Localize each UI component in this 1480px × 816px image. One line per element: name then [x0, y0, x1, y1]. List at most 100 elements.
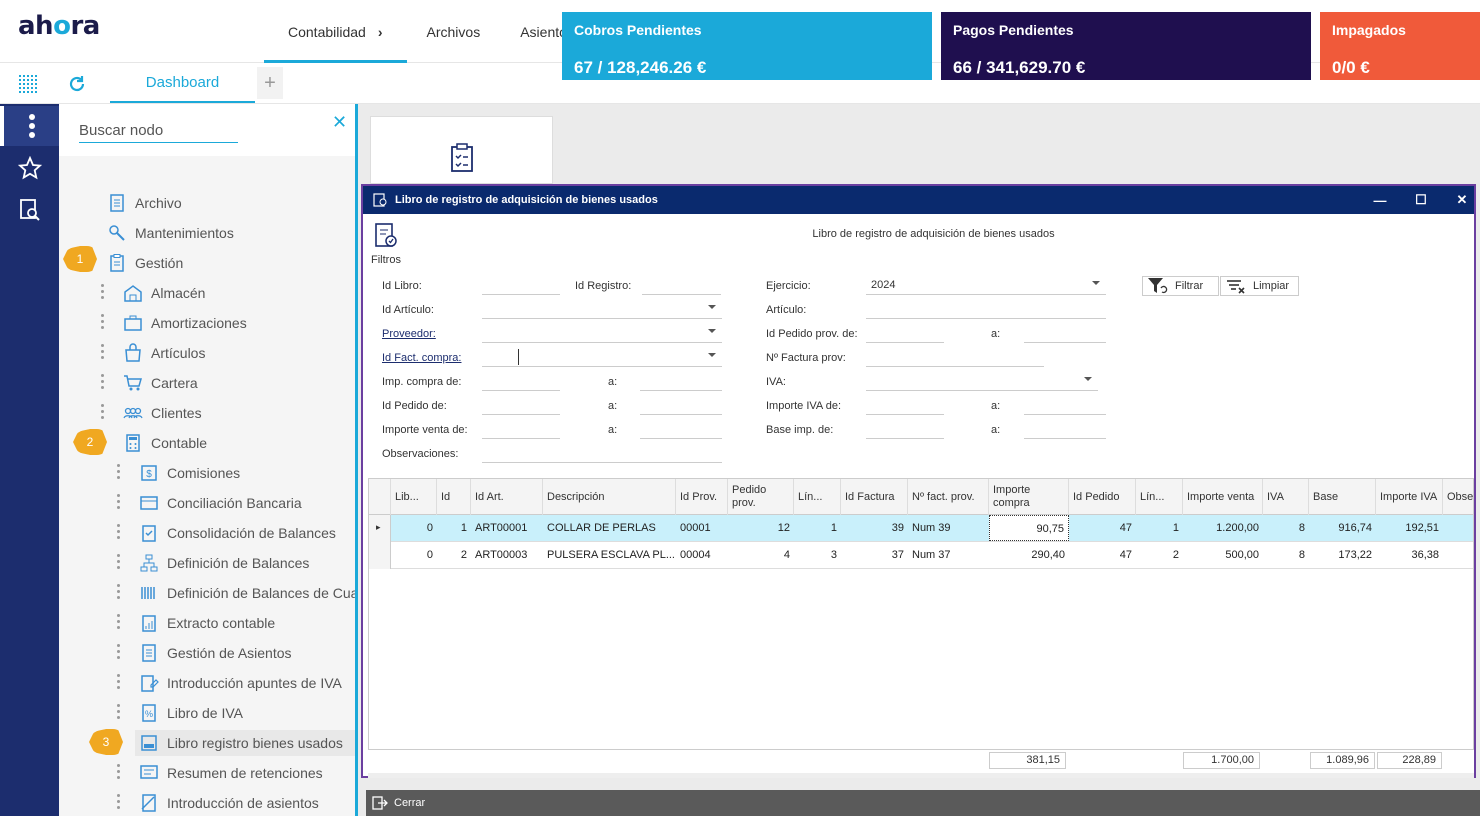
cell-importe-compra[interactable]: 90,75 [989, 515, 1069, 541]
filtrar-button[interactable]: Filtrar [1142, 276, 1219, 296]
cerrar-button[interactable]: Cerrar [394, 797, 425, 809]
col-header-n-fact-prov[interactable]: Nº fact. prov. [908, 479, 989, 515]
col-header-iva[interactable]: IVA [1263, 479, 1309, 515]
card-impagados[interactable]: Impagados 0/0 € [1320, 12, 1480, 80]
id-articulo-select[interactable] [482, 301, 722, 319]
tree-item-resumen-retenciones[interactable]: Resumen de retenciones [139, 760, 323, 786]
id-pedido-from-input[interactable] [482, 397, 560, 415]
nav-contabilidad[interactable]: Contabilidad › [264, 0, 407, 63]
drag-handle-icon[interactable] [117, 464, 121, 480]
tree-item-articulos[interactable]: Artículos [123, 340, 205, 366]
id-pedido-prov-from-input[interactable] [866, 325, 944, 343]
tree-item-introduccion-apuntes-iva[interactable]: Introducción apuntes de IVA [139, 670, 342, 696]
close-window-button[interactable]: ✕ [1442, 186, 1480, 214]
drag-handle-icon[interactable] [101, 344, 105, 360]
importe-venta-to-input[interactable] [640, 421, 722, 439]
drag-handle-icon[interactable] [117, 614, 121, 630]
nav-archivos[interactable]: Archivos [407, 0, 501, 63]
row-selector[interactable] [369, 542, 391, 569]
refresh-icon[interactable] [67, 74, 87, 94]
imp-compra-to-input[interactable] [640, 373, 722, 391]
drag-handle-icon[interactable] [101, 314, 105, 330]
window-titlebar[interactable]: Libro de registro de adquisición de bien… [363, 186, 1474, 214]
col-header-base[interactable]: Base [1309, 479, 1376, 515]
iva-select[interactable] [866, 373, 1098, 391]
col-header-id[interactable]: Id [437, 479, 471, 515]
ejercicio-select[interactable]: 2024 [866, 277, 1106, 295]
card-gestion-asientos[interactable] [370, 116, 553, 184]
tree-item-definicion-balances-cuadro[interactable]: Definición de Balances de Cuadro [139, 580, 355, 606]
card-cobros-pendientes[interactable]: Cobros Pendientes 67 / 128,246.26 € [562, 12, 932, 80]
col-header-id-prov[interactable]: Id Prov. [676, 479, 728, 515]
col-header-observaciones[interactable]: Obser [1443, 479, 1473, 515]
n-factura-prov-input[interactable] [866, 349, 1044, 367]
col-header-importe-venta[interactable]: Importe venta [1183, 479, 1263, 515]
id-registro-input[interactable] [642, 277, 721, 295]
search-node-input[interactable] [79, 119, 238, 143]
tree-item-contable[interactable]: Contable [123, 430, 207, 456]
id-pedido-to-input[interactable] [640, 397, 722, 415]
drag-handle-icon[interactable] [101, 374, 105, 390]
drag-handle-icon[interactable] [117, 554, 121, 570]
col-header-importe-compra[interactable]: Importe compra [989, 479, 1069, 515]
add-tab-button[interactable]: + [257, 67, 283, 99]
tree-item-conciliacion-bancaria[interactable]: Conciliación Bancaria [139, 490, 302, 516]
tree-item-introduccion-asientos[interactable]: Introducción de asientos [139, 790, 319, 816]
table-row[interactable]: 0 1 ART00001 COLLAR DE PERLAS 00001 12 1… [391, 515, 1473, 542]
importe-iva-to-input[interactable] [1024, 397, 1106, 415]
drag-handle-icon[interactable] [101, 284, 105, 300]
drag-handle-icon[interactable] [117, 584, 121, 600]
tree-item-gestion[interactable]: Gestión [107, 250, 183, 276]
id-libro-input[interactable] [482, 277, 560, 295]
base-imp-from-input[interactable] [866, 421, 944, 439]
row-selector[interactable]: ▸ [369, 515, 391, 542]
proveedor-select[interactable] [482, 325, 722, 343]
drag-handle-icon[interactable] [117, 794, 121, 810]
document-search-icon[interactable] [0, 190, 59, 230]
col-header-id-pedido[interactable]: Id Pedido [1069, 479, 1136, 515]
drag-handle-icon[interactable] [117, 704, 121, 720]
tree-item-gestion-asientos[interactable]: Gestión de Asientos [139, 640, 292, 666]
drag-handle-icon[interactable] [117, 674, 121, 690]
importe-venta-from-input[interactable] [482, 421, 560, 439]
apps-grid-icon[interactable] [19, 75, 37, 93]
table-row[interactable]: 0 2 ART00003 PULSERA ESCLAVA PL... 00004… [391, 542, 1473, 569]
tree-item-extracto-contable[interactable]: Extracto contable [139, 610, 275, 636]
tree-item-clientes[interactable]: Clientes [123, 400, 202, 426]
maximize-button[interactable]: ☐ [1401, 186, 1441, 214]
col-header-lin-2[interactable]: Lín... [1136, 479, 1183, 515]
drag-handle-icon[interactable] [117, 524, 121, 540]
tree-item-archivo[interactable]: Archivo [107, 190, 182, 216]
drag-handle-icon[interactable] [101, 404, 105, 420]
tree-item-almacen[interactable]: Almacén [123, 280, 205, 306]
tree-item-definicion-balances[interactable]: Definición de Balances [139, 550, 309, 576]
card-pagos-pendientes[interactable]: Pagos Pendientes 66 / 341,629.70 € [941, 12, 1311, 80]
col-header-id-art[interactable]: Id Art. [471, 479, 543, 515]
ahora-logo[interactable]: ahora [18, 11, 100, 41]
close-icon[interactable]: ✕ [332, 112, 347, 133]
minimize-button[interactable]: — [1360, 186, 1400, 214]
tree-item-consolidacion-balances[interactable]: Consolidación de Balances [139, 520, 336, 546]
limpiar-button[interactable]: Limpiar [1220, 276, 1299, 296]
tree-item-amortizaciones[interactable]: Amortizaciones [123, 310, 247, 336]
drag-handle-icon[interactable] [117, 644, 121, 660]
col-header-libro[interactable]: Lib... [391, 479, 437, 515]
col-header-lin[interactable]: Lín... [794, 479, 841, 515]
articulo-input[interactable] [866, 301, 1106, 319]
base-imp-to-input[interactable] [1024, 421, 1106, 439]
star-icon[interactable] [0, 148, 59, 188]
tree-item-comisiones[interactable]: $ Comisiones [139, 460, 240, 486]
col-header-pedido-prov[interactable]: Pedido prov. [728, 479, 794, 515]
col-header-importe-iva[interactable]: Importe IVA [1376, 479, 1443, 515]
tree-item-libro-registro-bienes-usados[interactable]: Libro registro bienes usados [135, 730, 355, 756]
imp-compra-from-input[interactable] [482, 373, 560, 391]
label-id-fact-compra-link[interactable]: Id Fact. compra: [382, 352, 461, 364]
tree-item-libro-iva[interactable]: % Libro de IVA [139, 700, 243, 726]
drag-handle-icon[interactable] [117, 494, 121, 510]
more-menu-icon[interactable] [0, 106, 59, 146]
id-pedido-prov-to-input[interactable] [1024, 325, 1106, 343]
drag-handle-icon[interactable] [117, 764, 121, 780]
tree-item-cartera[interactable]: Cartera [123, 370, 198, 396]
tab-dashboard[interactable]: Dashboard [110, 63, 255, 103]
observaciones-input[interactable] [482, 445, 722, 463]
